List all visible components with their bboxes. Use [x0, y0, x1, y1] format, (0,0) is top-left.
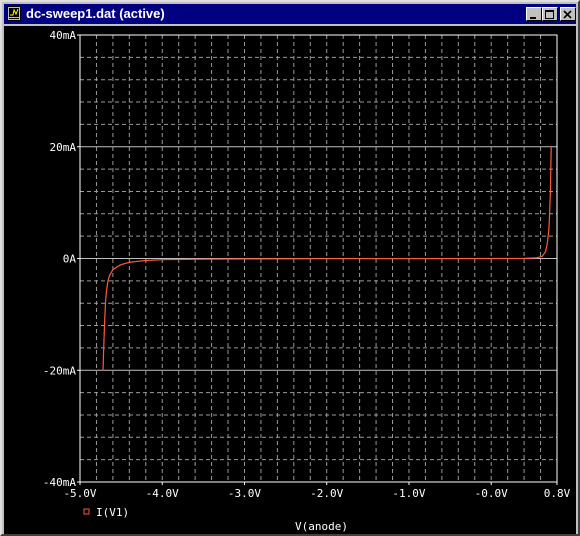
close-icon [563, 10, 572, 19]
y-tick-label: -20mA [43, 364, 76, 377]
x-tick-label: -3.0V [228, 487, 261, 500]
minimize-button[interactable] [526, 7, 542, 21]
close-button[interactable] [560, 7, 576, 21]
x-tick-label: -5.0V [63, 487, 96, 500]
x-tick-label: -0.0V [475, 487, 508, 500]
title-bar[interactable]: dc-sweep1.dat (active) [4, 4, 576, 24]
iv-curve-chart: 40mA20mA0A-20mA-40mA -5.0V -4.0V -3.0V -2.0… [4, 26, 576, 534]
x-tick-label: 0.8V [544, 487, 571, 500]
minimize-icon [530, 17, 536, 19]
probe-app-icon[interactable] [7, 6, 21, 21]
x-tick-label: -2.0V [310, 487, 343, 500]
legend-label: I(V1) [96, 506, 129, 519]
y-tick-label: 0A [63, 253, 77, 266]
window-title: dc-sweep1.dat (active) [26, 6, 165, 21]
y-tick-label: 20mA [50, 141, 77, 154]
plot-area[interactable]: 40mA 20mA 0A -20mA -40mA -5.0V -4.0V -3.0V -2.0… [4, 26, 576, 534]
x-tick-label: -4.0V [146, 487, 179, 500]
x-tick-label: -1.0V [392, 487, 425, 500]
plot-window: dc-sweep1.dat (active) 40mA 20mA 0A -20mA -4… [0, 0, 580, 536]
maximize-icon [545, 10, 554, 19]
y-tick-label: 40mA [50, 29, 77, 42]
maximize-button[interactable] [542, 7, 558, 21]
x-axis-label: V(anode) [295, 520, 348, 533]
